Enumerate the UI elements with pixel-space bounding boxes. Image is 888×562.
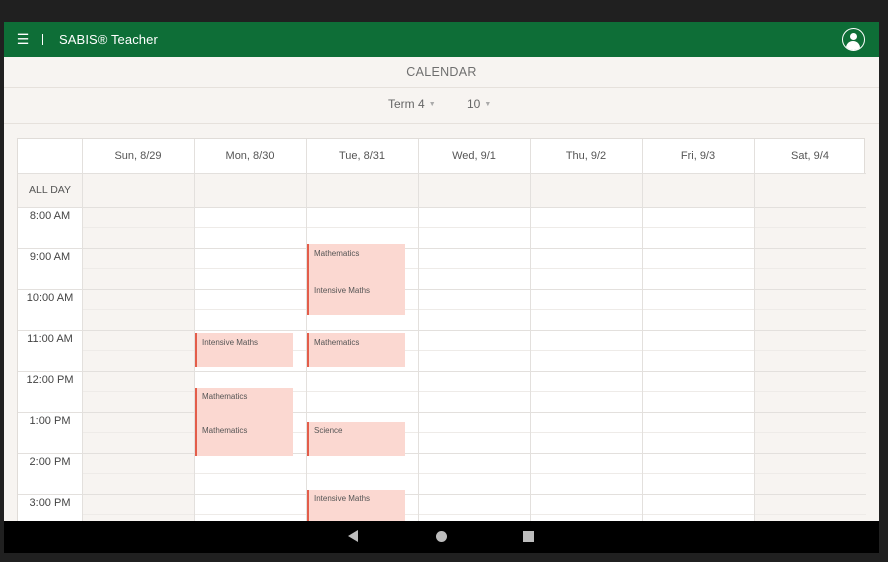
device-bezel-bottom (0, 553, 888, 562)
grid-line (18, 494, 866, 495)
divider (4, 123, 879, 124)
grid-line (18, 453, 866, 454)
app-bar-separator (42, 34, 43, 45)
avatar-body (846, 41, 860, 50)
grid-line (82, 473, 866, 474)
grid-line (530, 139, 531, 521)
grid-line (306, 139, 307, 521)
grid-line (18, 330, 866, 331)
app-screen: ☰ SABIS® Teacher CALENDAR Term 4▼ 10▼ (4, 22, 879, 521)
avatar-head (849, 32, 857, 40)
term-dropdown-value: Term 4 (388, 97, 425, 111)
day-header-wed[interactable]: Wed, 9/1 (418, 139, 530, 173)
calendar-event[interactable]: Science (307, 422, 405, 456)
page-title: CALENDAR (406, 65, 477, 79)
calendar-event[interactable]: Mathematics Intensive Maths (307, 244, 405, 315)
day-header-sun[interactable]: Sun, 8/29 (82, 139, 194, 173)
device-bezel-top (0, 0, 888, 22)
event-title: Intensive Maths (314, 494, 371, 503)
time-label: 10:00 AM (26, 292, 74, 304)
grid-line (18, 207, 866, 208)
app-bar: ☰ SABIS® Teacher (4, 22, 879, 57)
week-dropdown-value: 10 (467, 97, 481, 111)
day-header-fri[interactable]: Fri, 9/3 (642, 139, 754, 173)
grid-line (194, 139, 195, 521)
grid-line (642, 139, 643, 521)
grid-line (82, 268, 866, 269)
event-title: Mathematics (202, 392, 248, 401)
event-title: Mathematics (314, 338, 360, 347)
day-header-sat[interactable]: Sat, 9/4 (754, 139, 866, 173)
week-dropdown[interactable]: 10 ▼ (467, 96, 491, 112)
android-nav-bar (4, 521, 879, 553)
chevron-down-icon: ▼ (484, 101, 492, 108)
back-triangle-icon[interactable] (348, 530, 358, 542)
event-subtitle: Mathematics (202, 426, 248, 435)
day-header-tue[interactable]: Tue, 8/31 (306, 139, 418, 173)
home-circle-icon[interactable] (436, 531, 447, 542)
grid-line (418, 139, 419, 521)
grid-line (18, 371, 866, 372)
time-label: 3:00 PM (29, 497, 71, 509)
time-label: 1:00 PM (29, 415, 71, 427)
event-title: Science (314, 426, 343, 435)
all-day-row-bg (18, 173, 866, 207)
grid-line (18, 289, 866, 290)
grid-line (82, 514, 866, 515)
event-subtitle: Intensive Maths (314, 286, 371, 295)
day-header-thu[interactable]: Thu, 9/2 (530, 139, 642, 173)
term-dropdown[interactable]: Term 4 ▼ (388, 96, 436, 112)
device-bezel-right (879, 22, 888, 521)
hamburger-menu-icon[interactable]: ☰ (16, 30, 30, 48)
chevron-down-icon: ▼ (428, 101, 436, 108)
grid-line (18, 248, 866, 249)
time-label: 12:00 PM (26, 374, 74, 386)
calendar-event[interactable]: Mathematics Mathematics (195, 388, 293, 456)
event-title: Intensive Maths (202, 338, 259, 347)
week-calendar-grid: Sun, 8/29 Mon, 8/30 Tue, 8/31 Wed, 9/1 T… (17, 138, 866, 521)
recents-square-icon[interactable] (523, 531, 534, 542)
event-title: Mathematics (314, 249, 360, 258)
grid-line (82, 227, 866, 228)
all-day-label: ALL DAY (28, 184, 72, 196)
grid-line (18, 173, 866, 174)
calendar-event[interactable]: Intensive Maths (195, 333, 293, 367)
time-label: 8:00 AM (29, 210, 71, 222)
grid-line (754, 139, 755, 521)
grid-line (18, 412, 866, 413)
time-label: 11:00 AM (27, 333, 73, 345)
day-header-mon[interactable]: Mon, 8/30 (194, 139, 306, 173)
time-label: 2:00 PM (29, 456, 71, 468)
divider (4, 87, 879, 88)
calendar-event[interactable]: Intensive Maths (307, 490, 405, 521)
grid-line (82, 309, 866, 310)
app-title: SABIS® Teacher (59, 32, 158, 47)
account-circle-icon[interactable] (842, 28, 865, 51)
time-label: 9:00 AM (29, 251, 71, 263)
calendar-event[interactable]: Mathematics (307, 333, 405, 367)
grid-line (82, 139, 83, 521)
